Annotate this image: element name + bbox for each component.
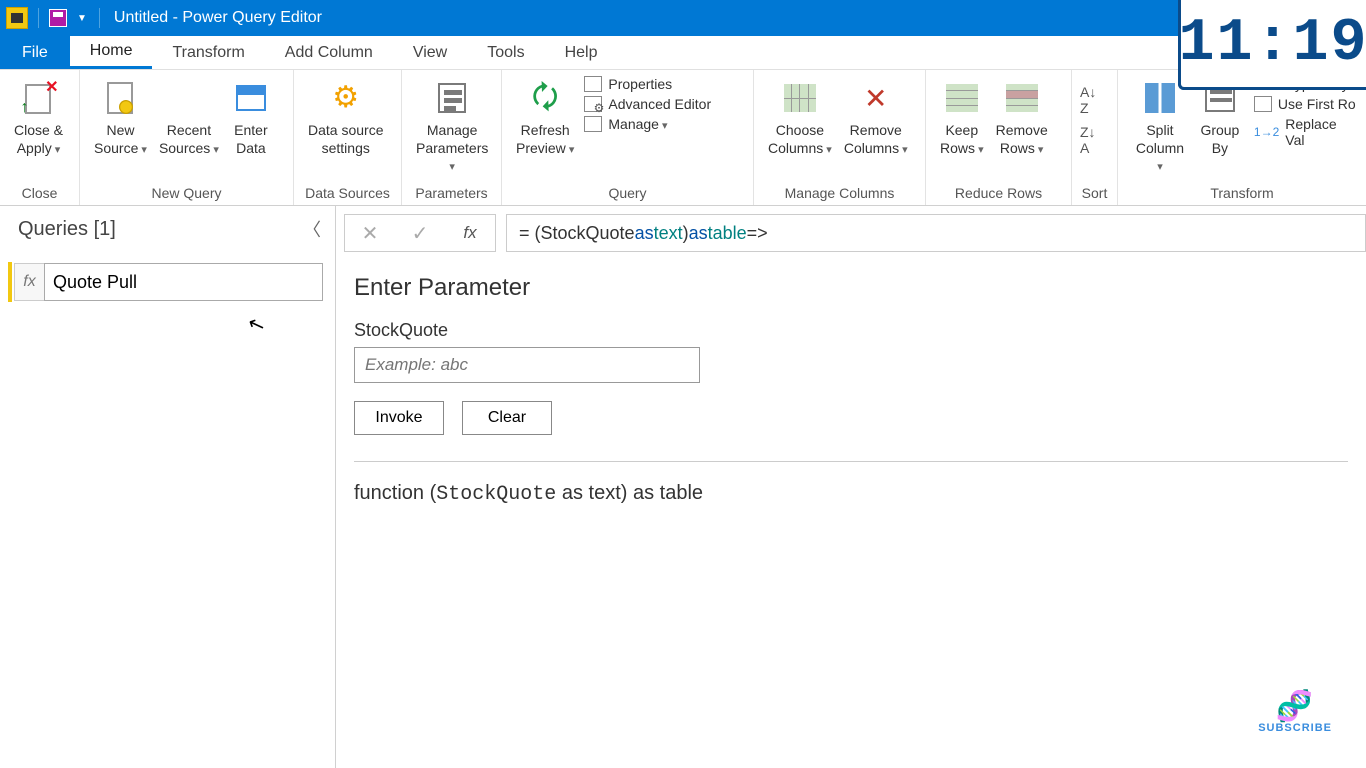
choose-columns-icon xyxy=(784,84,816,112)
group-transform: Transform xyxy=(1118,182,1366,205)
app-icon xyxy=(6,7,28,29)
properties-icon xyxy=(584,76,602,92)
function-signature: function (StockQuote as text) as table xyxy=(354,482,1348,506)
query-name-input[interactable] xyxy=(44,263,323,301)
advanced-editor-icon xyxy=(584,96,602,112)
group-query: Query xyxy=(502,182,753,205)
group-close: Close xyxy=(0,182,79,205)
clock-overlay: 11:19 xyxy=(1178,0,1366,90)
selection-indicator xyxy=(8,262,12,302)
enter-data-button[interactable]: Enter Data xyxy=(225,76,277,159)
close-apply-icon: ↑ xyxy=(19,78,59,118)
tab-file[interactable]: File xyxy=(0,36,70,69)
tab-add-column[interactable]: Add Column xyxy=(265,36,393,69)
group-parameters: Parameters xyxy=(402,182,501,205)
keep-rows-button[interactable]: Keep Rows xyxy=(934,76,990,159)
parameter-label: StockQuote xyxy=(354,320,1348,341)
title-bar: ▼ Untitled - Power Query Editor xyxy=(0,0,1366,36)
sort-desc-button[interactable]: Z↓A xyxy=(1080,124,1096,156)
new-source-icon xyxy=(107,82,133,114)
clear-button[interactable]: Clear xyxy=(462,401,552,435)
invoke-button[interactable]: Invoke xyxy=(354,401,444,435)
group-data-sources: Data Sources xyxy=(294,182,401,205)
use-first-row-button[interactable]: Use First Ro xyxy=(1254,96,1358,112)
window-title: Untitled - Power Query Editor xyxy=(114,9,322,27)
tab-transform[interactable]: Transform xyxy=(152,36,264,69)
tab-help[interactable]: Help xyxy=(545,36,618,69)
save-icon[interactable] xyxy=(49,9,67,27)
sort-asc-button[interactable]: A↓Z xyxy=(1080,84,1096,116)
tab-home[interactable]: Home xyxy=(70,36,153,69)
queries-pane: Queries [1] 〈 fx xyxy=(0,206,336,768)
group-sort: Sort xyxy=(1072,182,1117,205)
manage-icon xyxy=(584,116,602,132)
close-apply-button[interactable]: ↑ Close & Apply xyxy=(8,76,69,159)
group-new-query: New Query xyxy=(80,182,293,205)
enter-parameter-heading: Enter Parameter xyxy=(354,274,1348,302)
qat-dropdown-icon[interactable]: ▼ xyxy=(77,13,87,24)
formula-toolbar: ✕ ✓ fx xyxy=(344,214,496,252)
split-column-button[interactable]: Split Column xyxy=(1126,76,1194,177)
manage-parameters-button[interactable]: Manage Parameters xyxy=(410,76,494,177)
remove-rows-icon xyxy=(1006,84,1038,112)
tab-view[interactable]: View xyxy=(393,36,467,69)
remove-columns-icon: ✕ xyxy=(856,78,896,118)
table-icon xyxy=(1254,96,1272,112)
queries-title: Queries [1] xyxy=(18,218,116,241)
group-manage-columns: Manage Columns xyxy=(754,182,925,205)
manage-button[interactable]: Manage xyxy=(584,116,711,132)
dna-icon: 🧬 xyxy=(1258,692,1332,722)
menu-bar: File Home Transform Add Column View Tool… xyxy=(0,36,1366,70)
parameters-icon xyxy=(438,83,466,113)
keep-rows-icon xyxy=(946,84,978,112)
choose-columns-button[interactable]: Choose Columns xyxy=(762,76,838,159)
function-icon: fx xyxy=(14,263,44,301)
recent-sources-button[interactable]: Recent Sources xyxy=(153,76,225,159)
divider xyxy=(354,461,1348,462)
refresh-preview-button[interactable]: 🗘Refresh Preview xyxy=(510,76,580,159)
tab-tools[interactable]: Tools xyxy=(467,36,544,69)
replace-values-button[interactable]: 1→2Replace Val xyxy=(1254,116,1358,148)
split-column-icon xyxy=(1145,83,1175,113)
enter-data-icon xyxy=(236,85,266,111)
new-source-button[interactable]: New Source xyxy=(88,76,153,159)
subscribe-badge: 🧬 SUBSCRIBE xyxy=(1258,692,1332,734)
ribbon: ↑ Close & Apply Close New Source Recent … xyxy=(0,70,1366,206)
refresh-icon: 🗘 xyxy=(525,78,565,118)
advanced-editor-button[interactable]: Advanced Editor xyxy=(584,96,711,112)
main-area: ✕ ✓ fx = (StockQuote as text) as table =… xyxy=(336,206,1366,768)
data-source-settings-button[interactable]: ⚙Data source settings xyxy=(302,76,389,159)
remove-columns-button[interactable]: ✕Remove Columns xyxy=(838,76,914,159)
gear-icon: ⚙ xyxy=(326,78,366,118)
collapse-pane-icon[interactable]: 〈 xyxy=(303,216,321,242)
fx-icon[interactable]: fx xyxy=(445,223,495,243)
commit-formula-button[interactable]: ✓ xyxy=(395,221,445,246)
formula-bar[interactable]: = (StockQuote as text) as table => xyxy=(506,214,1366,252)
parameter-input[interactable] xyxy=(354,347,700,383)
remove-rows-button[interactable]: Remove Rows xyxy=(990,76,1054,159)
group-reduce-rows: Reduce Rows xyxy=(926,182,1071,205)
properties-button[interactable]: Properties xyxy=(584,76,711,92)
query-item[interactable]: fx xyxy=(8,262,323,302)
cancel-formula-button[interactable]: ✕ xyxy=(345,221,395,246)
